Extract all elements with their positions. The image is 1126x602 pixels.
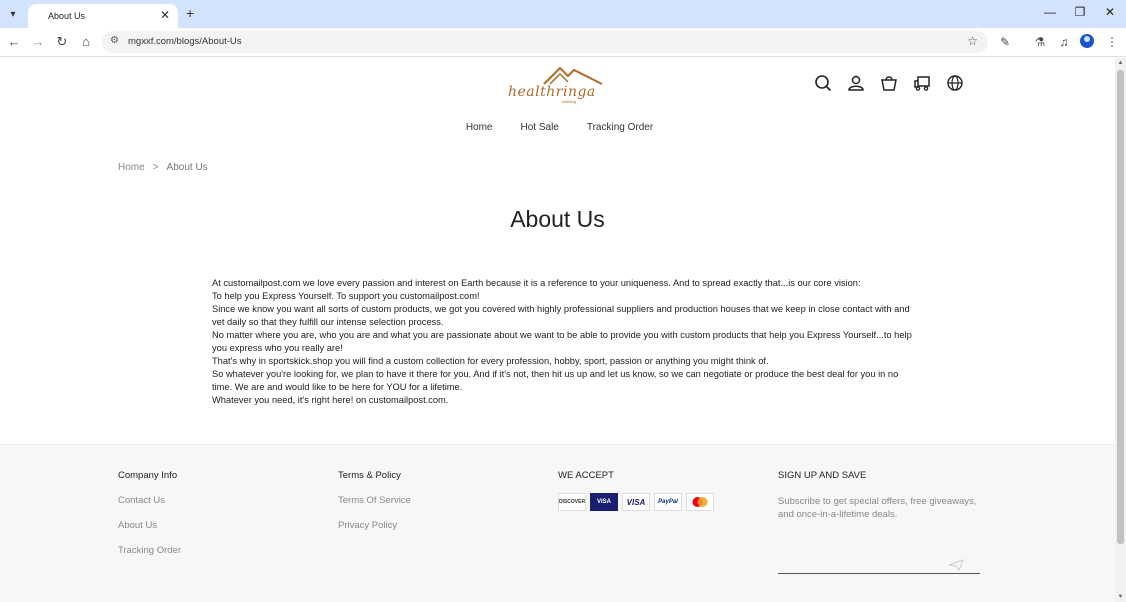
footer-signup: SIGN UP AND SAVE Subscribe to get specia… bbox=[778, 470, 983, 590]
url-text[interactable]: mgxxf.com/blogs/About-Us bbox=[128, 36, 242, 47]
payment-cards: DISCOVER VISA VISA PayPal mastercard bbox=[558, 493, 714, 511]
scroll-thumb[interactable] bbox=[1117, 70, 1124, 544]
page-title: About Us bbox=[510, 206, 605, 232]
menu-kebab-icon[interactable]: ⋮ bbox=[1104, 34, 1120, 50]
paragraph: That's why in sportskick.shop you will f… bbox=[212, 356, 769, 366]
footer-link-terms-of-service[interactable]: Terms Of Service bbox=[338, 495, 411, 506]
footer-we-accept: WE ACCEPT DISCOVER VISA VISA PayPal mast… bbox=[558, 470, 714, 511]
cart-icon[interactable] bbox=[878, 72, 899, 93]
close-window-icon[interactable]: ✕ bbox=[1102, 5, 1118, 19]
browser-tab[interactable]: About Us ✕ bbox=[28, 4, 178, 28]
site-footer: Company Info Contact Us About Us Trackin… bbox=[0, 444, 1115, 602]
back-icon[interactable]: ← bbox=[6, 34, 22, 50]
browser-toolbar: ← → ↻ ⌂ ⚙ mgxxf.com/blogs/About-Us ☆ ✎ ⚗… bbox=[0, 28, 1126, 57]
account-icon[interactable] bbox=[845, 72, 866, 93]
nav-hot-sale[interactable]: Hot Sale bbox=[517, 122, 559, 133]
footer-heading: SIGN UP AND SAVE bbox=[778, 470, 867, 481]
scroll-down-icon[interactable]: ▼ bbox=[1117, 594, 1124, 600]
footer-terms-policy: Terms & Policy Terms Of Service Privacy … bbox=[338, 470, 411, 545]
footer-heading: Company Info bbox=[118, 470, 178, 481]
labs-icon[interactable]: ⚗ bbox=[1032, 34, 1048, 50]
breadcrumb: Home > About Us bbox=[118, 162, 208, 173]
home-icon[interactable]: ⌂ bbox=[78, 34, 94, 50]
paypal-icon: PayPal bbox=[654, 493, 682, 511]
footer-link-about-us[interactable]: About Us bbox=[118, 520, 181, 531]
main-nav: Home Hot Sale Tracking Order bbox=[0, 122, 1115, 133]
browser-tabstrip: ▾ About Us ✕ + — ❐ ✕ bbox=[0, 0, 1126, 28]
paragraph: Whatever you need, it's right here! on c… bbox=[212, 395, 449, 405]
site-logo[interactable]: healthringa clothing bbox=[506, 64, 606, 104]
paragraph: At customailpost.com we love every passi… bbox=[212, 278, 861, 288]
discover-card-icon: DISCOVER bbox=[558, 493, 586, 511]
reload-icon[interactable]: ↻ bbox=[54, 34, 70, 50]
forward-icon[interactable]: → bbox=[30, 34, 46, 50]
address-bar[interactable]: ⚙ mgxxf.com/blogs/About-Us ☆ bbox=[102, 31, 988, 53]
restore-icon[interactable]: ❐ bbox=[1072, 5, 1088, 19]
nav-home[interactable]: Home bbox=[462, 122, 493, 133]
footer-link-privacy-policy[interactable]: Privacy Policy bbox=[338, 520, 411, 531]
paragraph: To help you Express Yourself. To support… bbox=[212, 291, 480, 301]
nav-tracking-order[interactable]: Tracking Order bbox=[583, 122, 653, 133]
close-tab-icon[interactable]: ✕ bbox=[158, 8, 172, 22]
paragraph: So whatever you're looking for, we plan … bbox=[212, 369, 899, 392]
breadcrumb-separator: > bbox=[152, 162, 159, 173]
site-info-icon[interactable]: ⚙ bbox=[110, 35, 119, 46]
breadcrumb-home[interactable]: Home bbox=[118, 162, 145, 173]
footer-heading: Terms & Policy bbox=[338, 470, 401, 481]
about-content: At customailpost.com we love every passi… bbox=[212, 277, 912, 407]
bookmark-star-icon[interactable]: ☆ bbox=[967, 34, 978, 48]
media-icon[interactable]: ♫ bbox=[1056, 34, 1072, 50]
footer-link-contact-us[interactable]: Contact Us bbox=[118, 495, 181, 506]
scroll-up-icon[interactable]: ▲ bbox=[1117, 60, 1124, 66]
extensions-icon[interactable]: ✎ bbox=[997, 34, 1013, 50]
profile-avatar[interactable] bbox=[1080, 34, 1094, 48]
send-icon[interactable] bbox=[948, 559, 964, 571]
minimize-icon[interactable]: — bbox=[1042, 5, 1058, 19]
footer-heading: WE ACCEPT bbox=[558, 470, 614, 481]
visa-card-icon: VISA bbox=[590, 493, 618, 511]
breadcrumb-current: About Us bbox=[166, 162, 208, 173]
page-scrollbar[interactable]: ▲ ▼ bbox=[1115, 58, 1126, 602]
new-tab-icon[interactable]: + bbox=[186, 5, 200, 21]
footer-company-info: Company Info Contact Us About Us Trackin… bbox=[118, 470, 181, 570]
tracking-truck-icon[interactable] bbox=[911, 72, 932, 93]
tab-title: About Us bbox=[48, 11, 86, 21]
logo-subtext: clothing bbox=[562, 99, 576, 104]
paragraph: No matter where you are, who you are and… bbox=[212, 330, 912, 353]
mastercard-icon: mastercard bbox=[686, 493, 714, 511]
paragraph: Since we know you want all sorts of cust… bbox=[212, 304, 910, 327]
visa-logo-icon: VISA bbox=[622, 493, 650, 511]
language-globe-icon[interactable] bbox=[944, 72, 965, 93]
header-icons bbox=[812, 72, 965, 93]
tab-search-icon[interactable]: ▾ bbox=[4, 6, 22, 22]
logo-text: healthringa bbox=[508, 84, 596, 100]
search-icon[interactable] bbox=[812, 72, 833, 93]
web-page: healthringa clothing Home Hot Sale Track… bbox=[0, 58, 1115, 602]
signup-description: Subscribe to get special offers, free gi… bbox=[778, 496, 977, 520]
footer-link-tracking-order[interactable]: Tracking Order bbox=[118, 545, 181, 556]
